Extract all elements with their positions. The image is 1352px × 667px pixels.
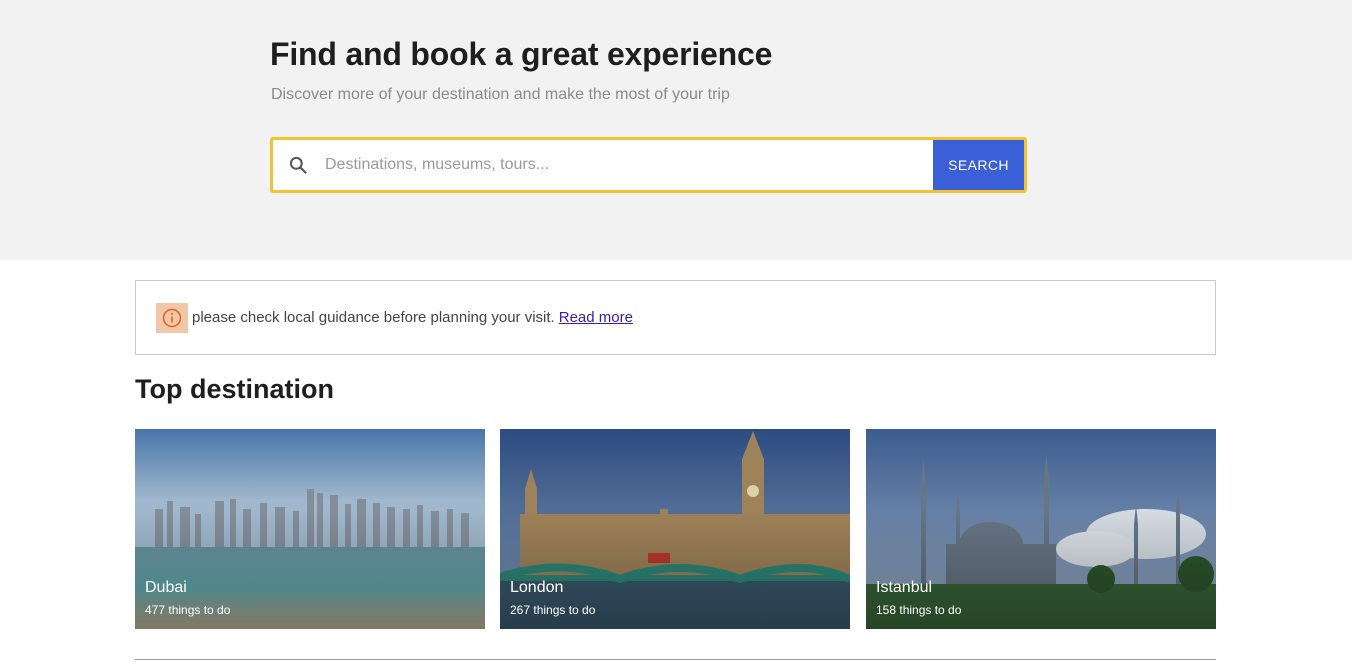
search-button[interactable]: SEARCH [931,140,1024,190]
search-bar: SEARCH [270,137,1027,193]
destination-card-istanbul[interactable]: Istanbul 158 things to do [866,429,1216,629]
read-more-link[interactable]: Read more [559,309,633,326]
section-divider [135,659,1216,660]
destination-card-dubai[interactable]: Dubai 477 things to do [135,429,485,629]
card-name: Istanbul [876,579,933,596]
notice-text: please check local guidance before plann… [192,309,555,326]
top-destination-title: Top destination [135,374,334,404]
card-name: London [510,579,564,596]
page-subtitle: Discover more of your destination and ma… [271,86,730,103]
page-title: Find and book a great experience [270,36,773,72]
card-count: 158 things to do [876,603,962,617]
guidance-notice: please check local guidance before plann… [135,280,1216,355]
hero-section: Find and book a great experience Discove… [0,0,1352,260]
search-icon [273,140,319,190]
card-name: Dubai [145,579,187,596]
destination-cards: Dubai 477 things to do London 267 things… [135,429,1216,629]
search-input[interactable] [319,140,931,190]
card-count: 477 things to do [145,603,231,617]
destination-card-london[interactable]: London 267 things to do [500,429,850,629]
info-icon [156,302,188,333]
card-count: 267 things to do [510,603,596,617]
